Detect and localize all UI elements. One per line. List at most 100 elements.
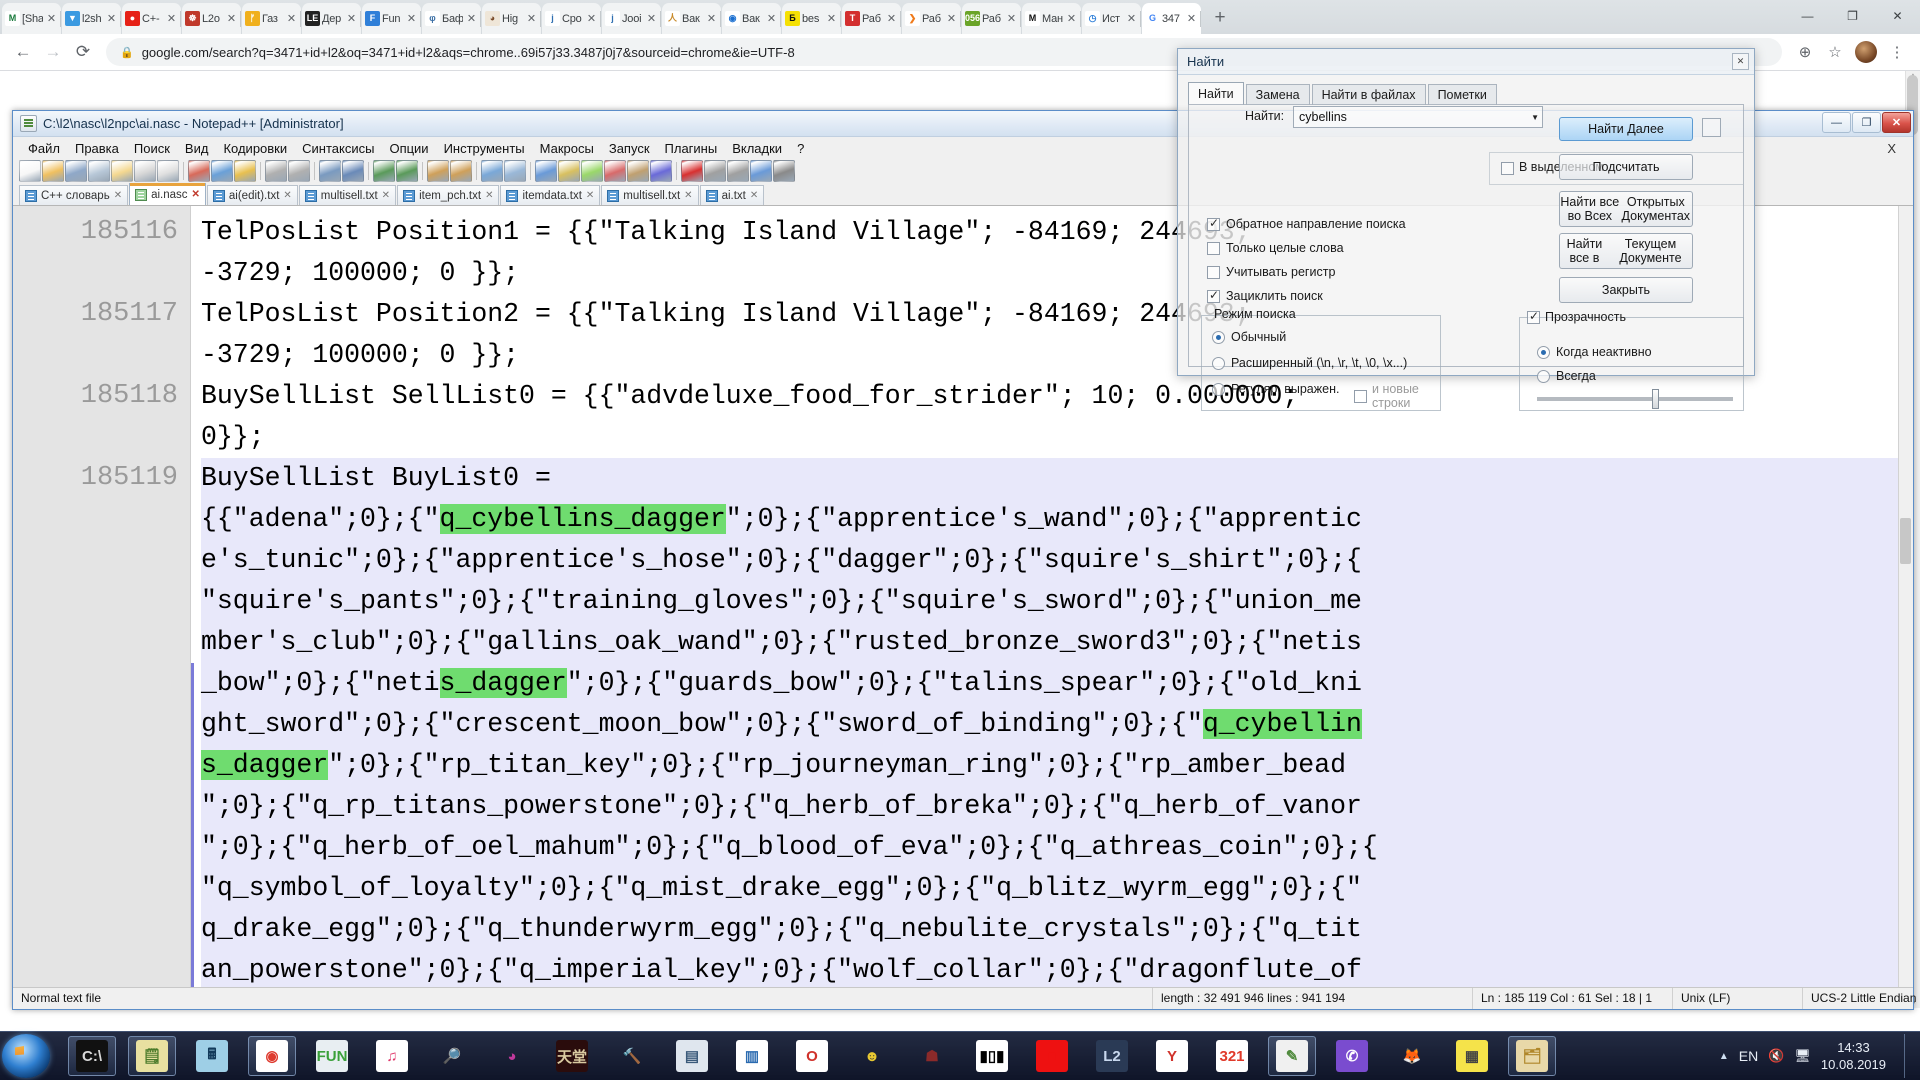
toolbar-button-icon[interactable]	[535, 159, 557, 182]
close-button[interactable]: Закрыть	[1559, 277, 1693, 303]
transparency-when-inactive-radio[interactable]: Когда неактивно	[1537, 345, 1652, 359]
taskbar-item-search-tool[interactable]: 🔎	[422, 1034, 482, 1078]
toolbar-button-icon[interactable]	[450, 159, 472, 182]
backward-direction-checkbox[interactable]: Обратное направление поиска	[1207, 216, 1406, 231]
taskbar-item-calculator[interactable]: 🖩	[182, 1034, 242, 1078]
tab-close-icon[interactable]: ✕	[45, 12, 58, 25]
find-dialog-tab[interactable]: Пометки	[1427, 84, 1497, 105]
browser-tab[interactable]: T Раб ✕	[842, 3, 901, 34]
taskbar-item-command-prompt[interactable]: C:\	[62, 1034, 122, 1078]
tab-close-icon[interactable]: ✕	[165, 12, 178, 25]
taskbar-item-lineage2-client[interactable]: L2	[1082, 1034, 1142, 1078]
taskbar-item-text-editor-window[interactable]: ▤	[662, 1034, 722, 1078]
document-tab-close-icon[interactable]: ✕	[192, 189, 200, 200]
taskbar-item-sticky-notes[interactable]: 🗒	[122, 1034, 182, 1078]
zoom-icon[interactable]: ⊕	[1790, 37, 1820, 67]
tray-expand-icon[interactable]: ▲	[1719, 1051, 1729, 1062]
search-mode-normal-radio[interactable]: Обычный	[1212, 330, 1286, 344]
tab-close-icon[interactable]: ✕	[705, 12, 718, 25]
tab-close-icon[interactable]: ✕	[525, 12, 538, 25]
toolbar-button-icon[interactable]	[627, 159, 649, 182]
toolbar-button-icon[interactable]	[581, 159, 603, 182]
document-tab[interactable]: multisell.txt ✕	[601, 185, 699, 206]
toolbar-button-icon[interactable]	[211, 159, 233, 182]
taskbar-item-mozilla-firefox[interactable]: 🦊	[1382, 1034, 1442, 1078]
document-tab[interactable]: multisell.txt ✕	[298, 185, 397, 206]
browser-tab[interactable]: j Jooi ✕	[602, 3, 661, 34]
tab-close-icon[interactable]: ✕	[465, 12, 478, 25]
toolbar-button-icon[interactable]	[481, 159, 503, 182]
document-tab[interactable]: ai.nasc ✕	[129, 183, 206, 206]
browser-tab[interactable]: ❯ Раб ✕	[902, 3, 961, 34]
find-dialog-tab[interactable]: Найти	[1188, 82, 1244, 105]
toolbar-button-icon[interactable]	[88, 159, 110, 182]
tab-close-icon[interactable]: ✕	[885, 12, 898, 25]
browser-tab[interactable]: ◕ Hig ✕	[482, 3, 541, 34]
document-tab[interactable]: ai.txt ✕	[699, 185, 765, 206]
find-dialog-close-icon[interactable]: ✕	[1732, 53, 1749, 70]
chevron-down-icon[interactable]: ▼	[1531, 113, 1539, 122]
document-tab-close-icon[interactable]: ✕	[485, 190, 493, 201]
bookmark-star-icon[interactable]: ☆	[1820, 37, 1850, 67]
menu-item-правка[interactable]: Правка	[68, 139, 126, 158]
toolbar-button-icon[interactable]	[558, 159, 580, 182]
toolbar-button-icon[interactable]	[265, 159, 287, 182]
browser-tab[interactable]: F Fun ✕	[362, 3, 421, 34]
notepad-maximize-button[interactable]: ❐	[1852, 112, 1881, 133]
find-extra-checkbox[interactable]	[1702, 118, 1721, 137]
toolbar-button-icon[interactable]	[288, 159, 310, 182]
toolbar-button-icon[interactable]	[65, 159, 87, 182]
tab-close-icon[interactable]: ✕	[585, 12, 598, 25]
browser-tab[interactable]: ᚠ Газ ✕	[242, 3, 301, 34]
whole-word-checkbox[interactable]: Только целые слова	[1207, 241, 1344, 255]
toolbar-button-icon[interactable]	[373, 159, 395, 182]
document-tab-close-icon[interactable]: ✕	[382, 190, 390, 201]
browser-tab[interactable]: G 347 ✕	[1142, 3, 1201, 34]
editor-scrollbar-thumb[interactable]	[1900, 518, 1911, 565]
reload-icon[interactable]: ⟳	[68, 37, 98, 67]
document-tab[interactable]: C++ словарь ✕	[19, 185, 129, 206]
document-tab[interactable]: itemdata.txt ✕	[500, 185, 601, 206]
browser-tab[interactable]: LE Дер ✕	[302, 3, 361, 34]
chrome-menu-icon[interactable]: ⋮	[1882, 37, 1912, 67]
toolbar-button-icon[interactable]	[188, 159, 210, 182]
clock[interactable]: 14:33 10.08.2019	[1821, 1039, 1894, 1073]
menu-item-файл[interactable]: Файл	[21, 139, 67, 158]
document-tab-close-icon[interactable]: ✕	[283, 190, 291, 201]
wrap-around-checkbox[interactable]: Зациклить поиск	[1207, 288, 1323, 303]
taskbar-item-google-chrome[interactable]: ◉	[242, 1034, 302, 1078]
browser-tab[interactable]: ▼ l2sh ✕	[62, 3, 121, 34]
browser-tab[interactable]: ◷ Ист ✕	[1082, 3, 1141, 34]
browser-minimize-button[interactable]: —	[1785, 0, 1830, 32]
browser-tab[interactable]: j Сро ✕	[542, 3, 601, 34]
editor-scrollbar[interactable]	[1898, 206, 1913, 987]
taskbar-item-notes-app[interactable]: ▦	[1442, 1034, 1502, 1078]
start-button-icon[interactable]	[2, 1034, 50, 1078]
menu-item-макросы[interactable]: Макросы	[533, 139, 601, 158]
tab-close-icon[interactable]: ✕	[1005, 12, 1018, 25]
menu-item-плагины[interactable]: Плагины	[658, 139, 725, 158]
menu-item-опции[interactable]: Опции	[382, 139, 435, 158]
back-icon[interactable]: ←	[8, 37, 38, 67]
toolbar-button-icon[interactable]	[234, 159, 256, 182]
taskbar-item-tools-utility[interactable]: 🔨	[602, 1034, 662, 1078]
tab-close-icon[interactable]: ✕	[825, 12, 838, 25]
taskbar-item-lineage-game[interactable]: 天堂	[542, 1034, 602, 1078]
regex-newline-checkbox[interactable]: и новые строки	[1354, 382, 1440, 410]
tab-close-icon[interactable]: ✕	[105, 12, 118, 25]
menu-item-вкладки[interactable]: Вкладки	[725, 139, 789, 158]
browser-tab[interactable]: φ Баф ✕	[422, 3, 481, 34]
tab-close-icon[interactable]: ✕	[1125, 12, 1138, 25]
toolbar-button-icon[interactable]	[704, 159, 726, 182]
taskbar-item-yandex-browser[interactable]: Y	[1142, 1034, 1202, 1078]
tab-close-icon[interactable]: ✕	[405, 12, 418, 25]
toolbar-button-icon[interactable]	[396, 159, 418, 182]
tab-close-icon[interactable]: ✕	[345, 12, 358, 25]
toolbar-button-icon[interactable]	[773, 159, 795, 182]
taskbar-item-fun-drive[interactable]: FUN	[302, 1034, 362, 1078]
transparency-slider-knob[interactable]	[1651, 389, 1659, 409]
document-tab-close-icon[interactable]: ✕	[750, 190, 758, 201]
browser-tab[interactable]: Бbes ✕	[782, 3, 841, 34]
menu-item--[interactable]: ?	[790, 139, 811, 158]
match-case-checkbox[interactable]: Учитывать регистр	[1207, 265, 1335, 279]
